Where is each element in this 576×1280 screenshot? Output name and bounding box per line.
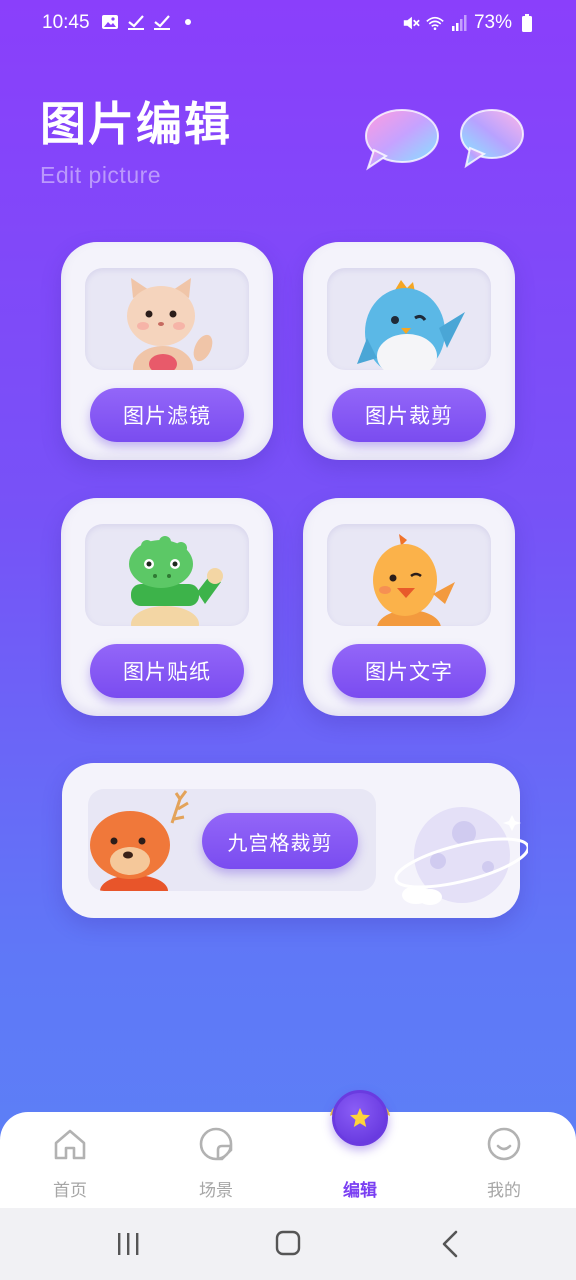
- card-nine-grid-crop[interactable]: 九宫格裁剪: [62, 763, 528, 918]
- nav-label: 场景: [199, 1181, 233, 1201]
- image-icon: [101, 13, 119, 31]
- card-image: [327, 268, 491, 370]
- chat-bubble-icon: [365, 109, 439, 171]
- home-icon: [54, 1129, 86, 1160]
- penguin-mascot-icon: [357, 280, 465, 370]
- card-text[interactable]: 图片文字: [303, 498, 515, 716]
- bottom-nav: 首页 场景 编辑 我的: [0, 1090, 576, 1208]
- notification-icons: [101, 13, 197, 31]
- dot-icon: [179, 13, 197, 31]
- card-filter[interactable]: 图片滤镜: [61, 242, 273, 460]
- filter-button[interactable]: 图片滤镜: [90, 388, 244, 442]
- crop-button[interactable]: 图片裁剪: [332, 388, 486, 442]
- nav-label: 编辑: [343, 1181, 377, 1201]
- status-time: 10:45: [42, 12, 90, 33]
- nav-item-edit[interactable]: 编辑: [310, 1090, 410, 1208]
- nine-grid-crop-button[interactable]: 九宫格裁剪: [202, 813, 358, 869]
- card-crop[interactable]: 图片裁剪: [303, 242, 515, 460]
- nav-label: 我的: [487, 1181, 521, 1201]
- card-sticker[interactable]: 图片贴纸: [61, 498, 273, 716]
- sticker-button[interactable]: 图片贴纸: [90, 644, 244, 698]
- wifi-icon: [426, 14, 444, 32]
- system-nav-bar: [0, 1208, 576, 1280]
- home-button-icon[interactable]: [268, 1226, 308, 1262]
- card-image: [85, 268, 249, 370]
- mute-icon: [402, 14, 420, 32]
- status-bar: 10:45 73%: [0, 0, 576, 48]
- star-icon: [350, 1108, 370, 1127]
- recent-apps-icon[interactable]: [108, 1226, 148, 1262]
- page-title: 图片编辑: [40, 97, 232, 151]
- crocodile-mascot-icon: [129, 536, 223, 626]
- chick-mascot-icon: [373, 534, 455, 626]
- check-icon: [153, 13, 171, 31]
- scene-icon: [199, 1127, 233, 1161]
- deer-mascot-icon: [90, 790, 189, 891]
- nav-item-scene[interactable]: 场景: [166, 1112, 266, 1208]
- smile-icon: [487, 1127, 521, 1161]
- cat-mascot-icon: [127, 278, 213, 370]
- signal-icon: [450, 14, 468, 32]
- card-image: [327, 524, 491, 626]
- nav-item-mine[interactable]: 我的: [454, 1112, 554, 1208]
- text-button[interactable]: 图片文字: [332, 644, 486, 698]
- battery-percent: 73%: [473, 12, 512, 33]
- battery-icon: [518, 14, 536, 32]
- edit-center-button[interactable]: [332, 1090, 388, 1146]
- back-icon[interactable]: [430, 1226, 470, 1262]
- nav-label: 首页: [53, 1181, 87, 1201]
- card-image: [85, 524, 249, 626]
- status-right: 73%: [402, 12, 536, 34]
- page-subtitle: Edit picture: [40, 162, 162, 188]
- check-icon: [127, 13, 145, 31]
- nav-item-home[interactable]: 首页: [20, 1112, 120, 1208]
- planet-icon: [394, 807, 528, 905]
- chat-bubble-icon: [460, 109, 524, 169]
